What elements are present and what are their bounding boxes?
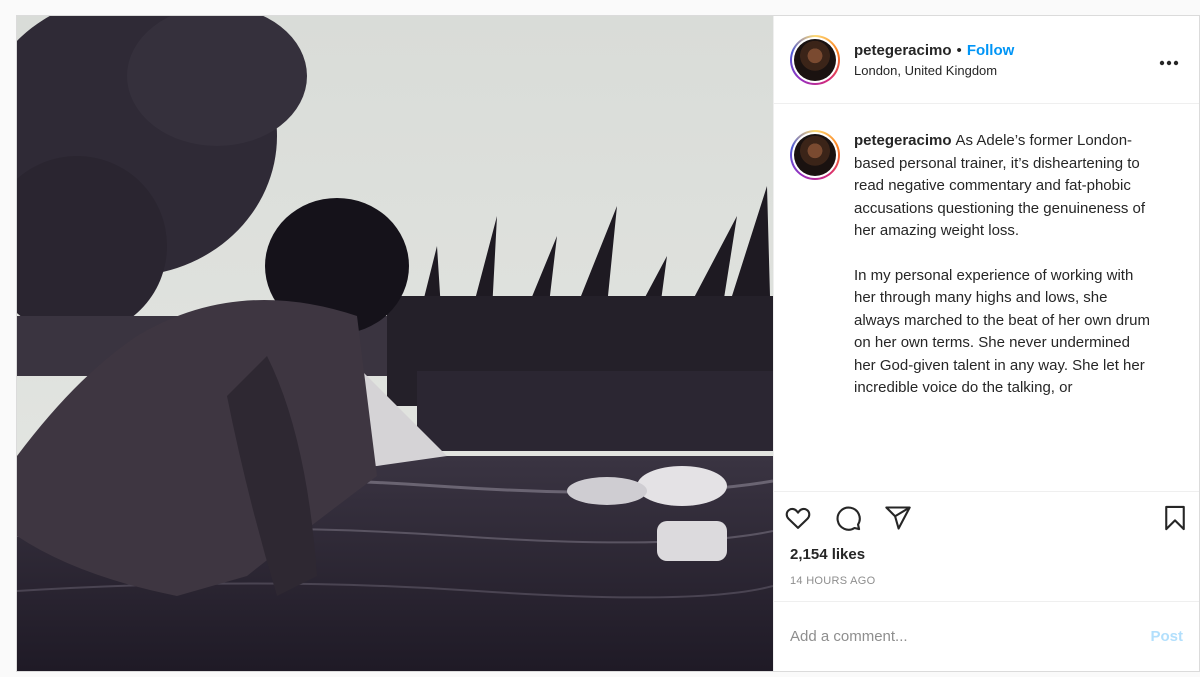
author-username[interactable]: petegeracimo [854, 42, 952, 59]
follow-button[interactable]: Follow [967, 42, 1015, 59]
more-horizontal-icon[interactable] [1155, 54, 1183, 66]
heart-icon[interactable] [780, 500, 816, 536]
post-actions: 2,154 likes 14 HOURS AGO [774, 491, 1199, 601]
instagram-post: petegeracimo • Follow London, United Kin… [16, 15, 1200, 672]
post-timestamp[interactable]: 14 HOURS AGO [790, 575, 1183, 601]
avatar-image [794, 38, 836, 81]
post-location[interactable]: London, United Kingdom [854, 63, 1155, 78]
post-photo[interactable] [17, 16, 773, 671]
caption-paragraph-2: In my personal experience of working wit… [854, 266, 1150, 397]
likes-count[interactable]: 2,154 likes [790, 546, 1183, 563]
bookmark-icon[interactable] [1157, 500, 1193, 536]
author-avatar[interactable] [790, 34, 840, 85]
comment-icon[interactable] [830, 500, 866, 536]
post-sidebar: petegeracimo • Follow London, United Kin… [773, 16, 1199, 671]
post-photo-image [17, 16, 773, 671]
caption-avatar[interactable] [790, 130, 840, 180]
separator-dot: • [956, 41, 962, 59]
avatar-image [794, 134, 836, 176]
post-header: petegeracimo • Follow London, United Kin… [774, 16, 1199, 104]
comment-bar: Post [774, 601, 1199, 671]
caption-username[interactable]: petegeracimo [854, 132, 952, 149]
share-icon[interactable] [880, 500, 916, 536]
post-comment-button[interactable]: Post [1150, 628, 1183, 645]
comments-area[interactable]: petegeracimo As Adele’s former London-bas… [774, 104, 1199, 491]
comment-input[interactable] [790, 628, 1151, 645]
post-caption: petegeracimo As Adele’s former London-bas… [854, 130, 1154, 491]
